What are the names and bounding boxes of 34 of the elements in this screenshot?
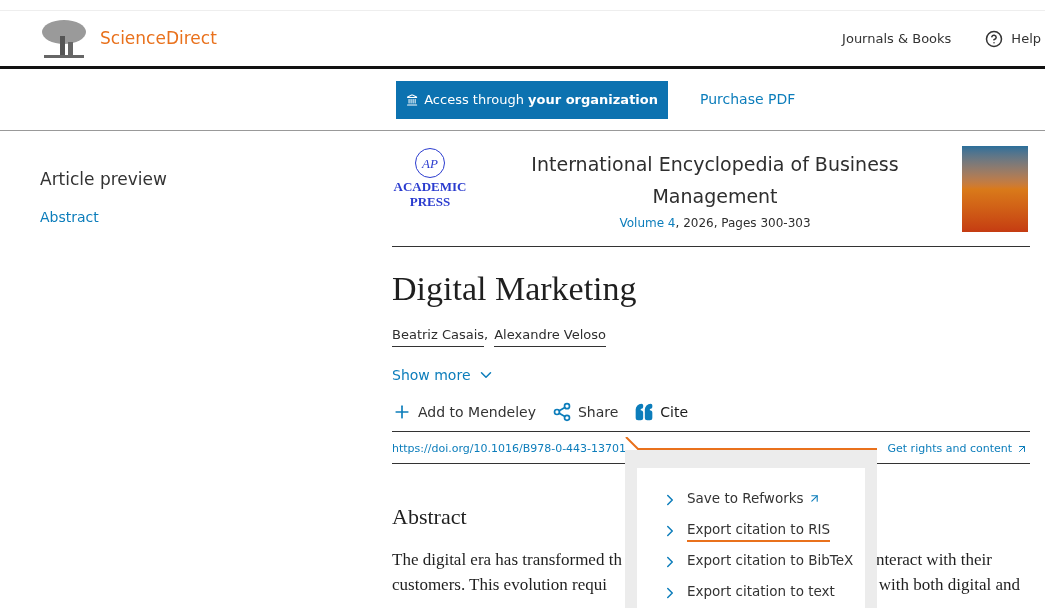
menu-item[interactable]: Export citation to text [661,581,865,604]
menu-item[interactable]: Export citation to RIS [661,519,865,542]
show-more-button[interactable]: Show more [392,364,495,386]
purchase-pdf-link[interactable]: Purchase PDF [700,89,796,110]
action-button[interactable]: Share [551,401,619,423]
action-button[interactable]: Add to Mendeley [392,401,536,423]
article-title: Digital Marketing [392,269,638,309]
nav-link[interactable]: Help [985,28,1041,49]
publisher-logo: AP ACADEMIC PRESS [392,148,468,208]
menu-item[interactable]: Save to Refworks [661,488,865,511]
sidebar-link[interactable]: Abstract [40,206,392,228]
volume-link[interactable]: Volume 4 [619,216,676,230]
help-icon [985,29,1004,48]
sidebar-title: Article preview [40,168,168,191]
abstract-text: nteract with their [875,549,992,571]
share-icon [551,402,572,422]
rights-link[interactable]: Get rights and content [887,440,1028,457]
book-cover-image[interactable] [962,146,1028,232]
doi-link[interactable]: https://doi.org/10.1016/B978-0-443-13701 [392,440,627,457]
abstract-text: customers. This evolution requi [392,574,607,596]
menu-item[interactable]: Export citation to BibTeX [661,550,865,573]
separator-comma: , [484,326,489,344]
author-link[interactable]: Alexandre Veloso [494,325,606,347]
tree-logo-icon [40,17,88,60]
abstract-text: The digital era has transformed th [392,549,622,571]
access-button[interactable]: Access through your organization [396,80,668,119]
abstract-text: with both digital and [878,574,1020,596]
access-button-label: Access through your organization [424,90,658,109]
abstract-heading: Abstract [392,503,467,531]
action-button[interactable]: Cite [634,401,689,423]
quote-icon [634,402,655,422]
publication-title[interactable]: International Encyclopedia of Business Management [505,148,925,212]
nav-link[interactable]: Journals & Books [842,28,952,49]
volume-info: Volume 4, 2026, Pages 300-303 [619,215,811,232]
